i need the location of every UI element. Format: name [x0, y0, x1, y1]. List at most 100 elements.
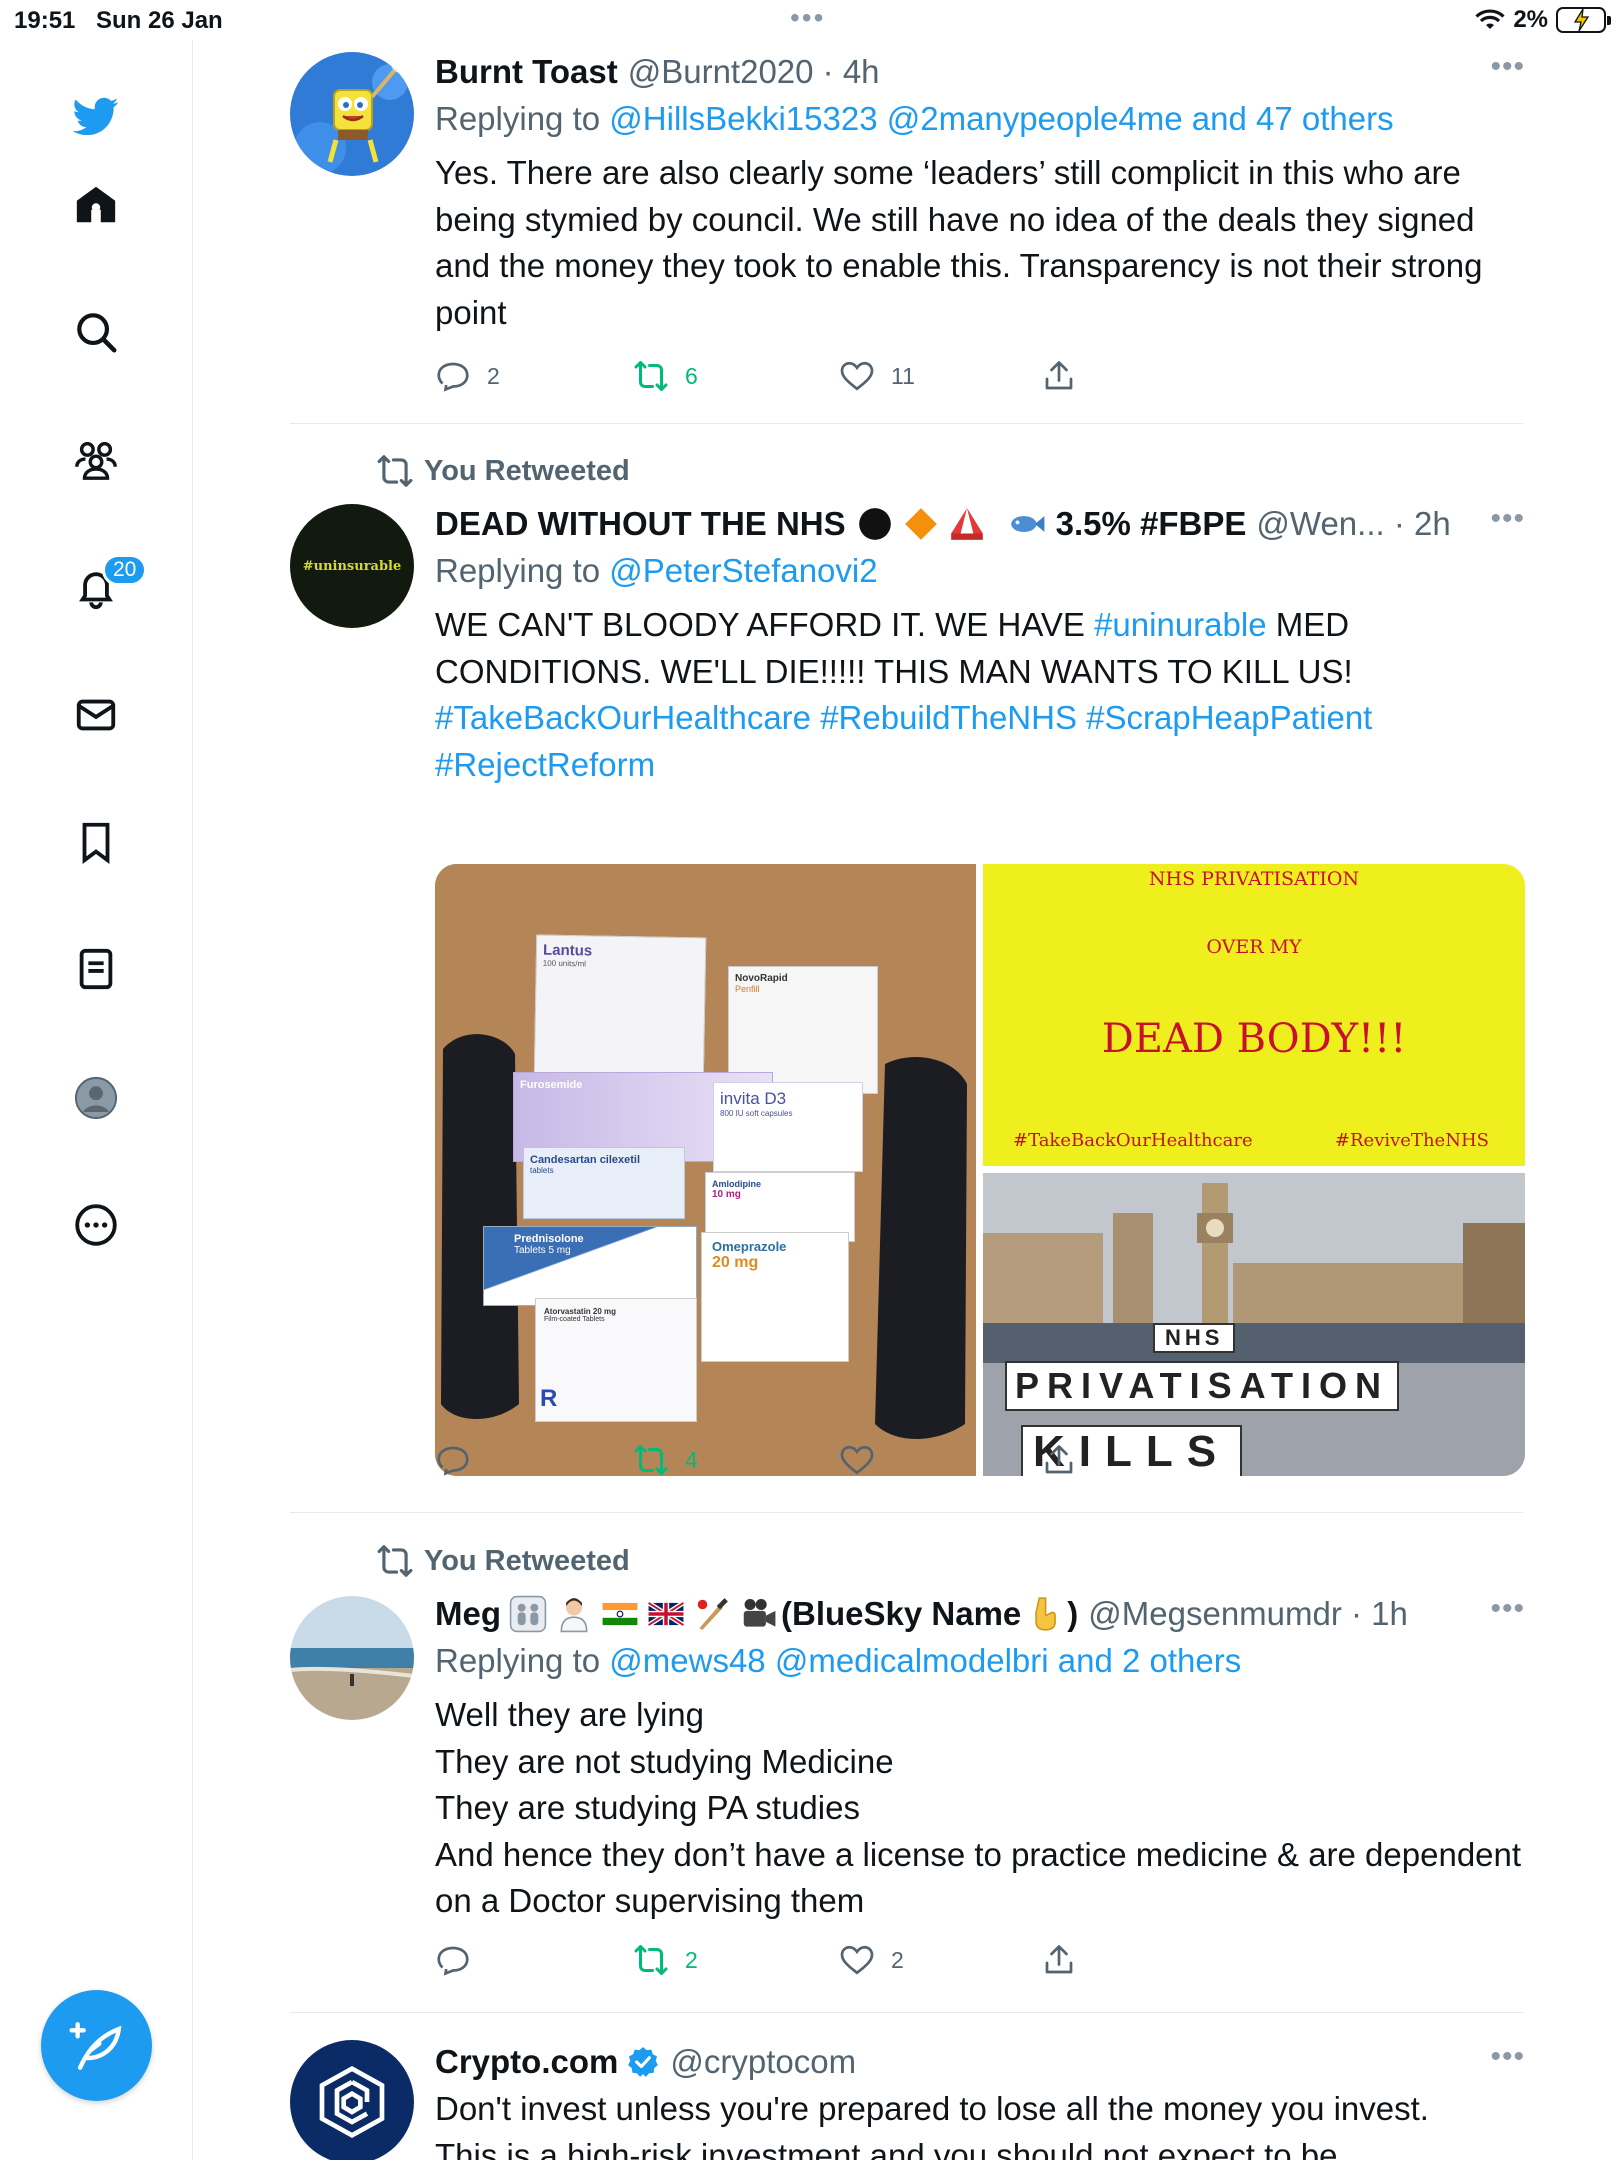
med-label: Prednisolone — [514, 1233, 584, 1245]
movie-camera-emoji-icon — [743, 1598, 776, 1627]
avatar[interactable] — [290, 52, 414, 176]
heart-icon — [840, 1945, 874, 1975]
reply-icon — [437, 1446, 469, 1476]
med-label: NovoRapid — [735, 973, 788, 984]
more-options-icon[interactable] — [68, 1197, 124, 1253]
lists-icon[interactable] — [68, 941, 124, 997]
retweeted-indicator: You Retweeted — [376, 1542, 630, 1580]
med-box: invita D3 800 IU soft capsules — [713, 1082, 863, 1172]
heart-icon — [840, 361, 874, 391]
circus-tent-emoji-icon — [950, 508, 983, 540]
compose-feather-icon — [68, 2021, 121, 2070]
reply-icon — [437, 362, 469, 392]
avatar[interactable] — [290, 2040, 414, 2160]
heart-icon — [840, 1445, 874, 1475]
more-options-icon[interactable]: ••• — [1490, 50, 1525, 84]
author-name[interactable]: Burnt Toast — [435, 53, 618, 91]
retweet-button[interactable]: 4 — [633, 1442, 698, 1478]
more-options-icon[interactable]: ••• — [1490, 1592, 1525, 1626]
author-name-suffix[interactable]: 3.5% #FBPE — [1056, 505, 1247, 543]
orange-diamond-emoji-icon — [904, 508, 937, 540]
twitter-logo-icon[interactable] — [68, 88, 124, 144]
med-label: Candesartan cilexetil — [530, 1154, 641, 1166]
author-name[interactable]: DEAD WITHOUT THE NHS — [435, 505, 846, 543]
retweet-button[interactable]: 2 — [633, 1942, 698, 1978]
protest-photo[interactable]: NHS PRIVATISATION KILLS — [983, 1173, 1525, 1476]
reply-button[interactable] — [435, 1442, 471, 1478]
reply-button[interactable] — [435, 1942, 471, 1978]
medications-photo[interactable]: Lantus 100 units/ml NovoRapid Penfill Fu… — [435, 864, 976, 1476]
avatar[interactable] — [290, 1596, 414, 1720]
nhs-poster-image[interactable]: NHS PRIVATISATION OVER MY DEAD BODY!!! #… — [983, 864, 1525, 1166]
poster-line-2: OVER MY — [1206, 936, 1302, 958]
more-options-icon[interactable]: ••• — [1490, 502, 1525, 536]
woman-doctor-emoji-icon — [560, 1598, 588, 1633]
compose-tweet-button[interactable] — [41, 1990, 152, 2101]
replying-to-link[interactable]: @PeterStefanovi2 — [609, 552, 877, 589]
replying-to: Replying to @HillsBekki15323 @2manypeopl… — [435, 100, 1525, 138]
share-button[interactable] — [1041, 1442, 1077, 1478]
author-name[interactable]: Crypto.com — [435, 2043, 618, 2081]
search-icon[interactable] — [68, 304, 124, 360]
replying-to-prefix: Replying to — [435, 100, 601, 137]
author-handle-time[interactable]: @Wen... · 2h — [1256, 505, 1450, 543]
bookmarks-icon[interactable] — [68, 814, 124, 870]
med-label: Omeprazole — [712, 1239, 787, 1254]
tweet-header: DEAD WITHOUT THE NHS 3.5% #FBPE @Wen... … — [435, 502, 1525, 546]
retweet-icon — [634, 361, 668, 391]
tweet-actions: 2 6 11 — [435, 358, 1135, 398]
replying-to: Replying to @mews48 @medicalmodelbri and… — [435, 1642, 1525, 1680]
status-date: Sun 26 Jan — [96, 7, 223, 34]
like-count: 11 — [891, 362, 915, 389]
like-button[interactable] — [839, 1442, 875, 1478]
ranbaxy-logo-icon: R — [540, 1385, 558, 1412]
med-label: Atorvastatin 20 mg — [544, 1307, 617, 1316]
replying-to-prefix: Replying to — [435, 552, 601, 589]
like-button[interactable]: 11 — [839, 358, 915, 394]
hashtag-link[interactable]: #uninurable — [1094, 606, 1266, 643]
tweet-text: Yes. There are also clearly some ‘leader… — [435, 154, 1483, 331]
status-time: 19:51 — [14, 7, 76, 34]
battery-icon — [1556, 7, 1611, 33]
notifications-bell-icon[interactable]: 20 — [68, 554, 148, 616]
divider — [290, 423, 1523, 424]
med-sub: 10 mg — [712, 1189, 741, 1200]
like-button[interactable]: 2 — [839, 1942, 904, 1978]
tweet-header: Meg (BlueSky Name ) @Megsenmumdr · 1h ••… — [435, 1592, 1525, 1636]
multitasking-dots-icon[interactable]: ••• — [790, 2, 825, 34]
author-handle-time[interactable]: @Megsenmumdr · 1h — [1088, 1595, 1408, 1633]
reply-button[interactable]: 2 — [435, 358, 500, 394]
poster-tag-left: #TakeBackOurHealthcare — [1013, 1130, 1253, 1151]
uk-flag-emoji-icon — [647, 1600, 685, 1628]
cryptocom-logo-icon — [319, 2065, 385, 2139]
hashtag-links[interactable]: #TakeBackOurHealthcare #RebuildTheNHS #S… — [435, 699, 1372, 783]
wifi-icon — [1475, 9, 1505, 29]
author-handle-time[interactable]: @Burnt2020 · 4h — [628, 53, 880, 91]
avatar[interactable]: #uninsurable — [290, 504, 414, 628]
share-button[interactable] — [1041, 358, 1077, 394]
med-label: Amlodipine — [712, 1179, 761, 1189]
like-count: 2 — [891, 1946, 904, 1973]
tweet-text: WE CAN'T BLOODY AFFORD IT. WE HAVE #unin… — [435, 602, 1525, 788]
poster-line-3: DEAD BODY!!! — [1101, 1016, 1407, 1062]
profile-avatar-icon[interactable] — [68, 1070, 124, 1126]
replying-to: Replying to @PeterStefanovi2 — [435, 552, 1525, 590]
share-icon — [1045, 1445, 1073, 1474]
author-name[interactable]: Meg — [435, 1595, 501, 1633]
retweet-count: 6 — [685, 362, 698, 389]
author-handle[interactable]: @cryptocom — [670, 2043, 856, 2081]
tweet-header: Burnt Toast @Burnt2020 · 4h ••• — [435, 50, 1525, 94]
reply-icon — [437, 1946, 469, 1976]
share-button[interactable] — [1041, 1942, 1077, 1978]
more-options-icon[interactable]: ••• — [1490, 2040, 1525, 2074]
communities-icon[interactable] — [68, 432, 124, 488]
retweet-button[interactable]: 6 — [633, 358, 698, 394]
tweet-actions: 2 2 — [435, 1942, 1135, 1982]
replying-to-link[interactable]: @HillsBekki15323 @2manypeople4me and 47 … — [609, 100, 1393, 137]
med-box: Lantus 100 units/ml — [533, 934, 707, 1086]
retweeted-indicator: You Retweeted — [376, 452, 630, 490]
author-name-suffix[interactable]: (BlueSky Name — [781, 1595, 1021, 1633]
replying-to-link[interactable]: @mews48 @medicalmodelbri and 2 others — [609, 1642, 1241, 1679]
home-icon[interactable] — [68, 177, 124, 233]
messages-envelope-icon[interactable] — [68, 687, 124, 743]
